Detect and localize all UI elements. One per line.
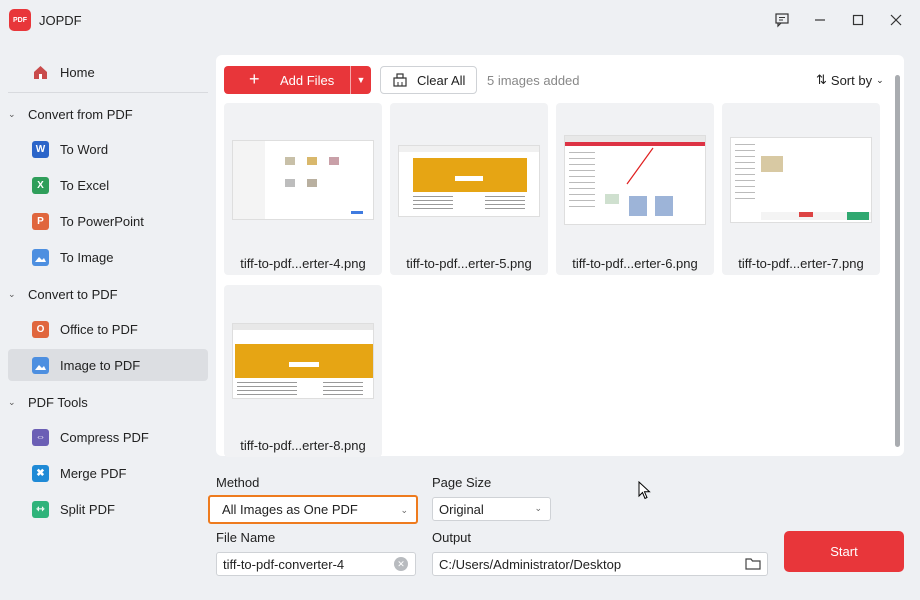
scrollbar[interactable]	[895, 75, 900, 447]
powerpoint-icon: P	[32, 212, 49, 230]
merge-icon: ✖	[32, 464, 49, 482]
sidebar-item-to-word[interactable]: W To Word	[8, 133, 208, 165]
image-icon	[32, 248, 49, 266]
sidebar-item-label: To Word	[60, 141, 109, 157]
home-icon	[32, 64, 49, 81]
sidebar: Home ⌄ Convert from PDF W To Word X To E…	[0, 40, 214, 600]
method-label: Method	[216, 475, 260, 490]
file-thumbnail[interactable]: tiff-to-pdf...erter-8.png	[224, 285, 382, 457]
chevron-down-icon: ⌄	[8, 288, 16, 299]
split-icon: ⇿	[32, 500, 49, 518]
add-files-button[interactable]: + Add Files	[224, 66, 350, 94]
close-icon[interactable]	[884, 8, 908, 32]
sidebar-item-label: To Image	[60, 249, 114, 265]
compress-icon: ⇔	[32, 428, 49, 446]
file-name: tiff-to-pdf...erter-4.png	[240, 256, 366, 271]
sidebar-item-label: Image to PDF	[60, 357, 141, 373]
section-convert-from-pdf[interactable]: ⌄ Convert from PDF	[8, 103, 133, 125]
chevron-down-icon: ⌄	[400, 505, 408, 515]
feedback-icon[interactable]	[770, 8, 794, 32]
sidebar-item-image-to-pdf[interactable]: Image to PDF	[8, 349, 208, 381]
app-logo-icon: PDF	[9, 9, 31, 31]
sidebar-item-split-pdf[interactable]: ⇿ Split PDF	[8, 493, 208, 525]
chevron-down-icon: ⌄	[534, 503, 542, 513]
thumbnail-image	[730, 137, 872, 223]
thumbnail-image	[232, 140, 374, 220]
section-label: PDF Tools	[28, 394, 88, 410]
sort-by-button[interactable]: ⇅ Sort by ⌄	[816, 72, 884, 88]
plus-icon: +	[249, 69, 260, 89]
section-pdf-tools[interactable]: ⌄ PDF Tools	[8, 391, 88, 413]
sort-icon: ⇅	[816, 72, 827, 87]
file-thumbnail[interactable]: tiff-to-pdf...erter-4.png	[224, 103, 382, 275]
add-files-dropdown[interactable]: ▼	[350, 66, 371, 94]
section-label: Convert to PDF	[28, 286, 118, 302]
sidebar-item-label: Compress PDF	[60, 429, 149, 445]
sidebar-item-home[interactable]: Home	[8, 56, 208, 88]
sidebar-item-to-image[interactable]: To Image	[8, 241, 208, 273]
sidebar-item-label: To Excel	[60, 177, 110, 193]
chevron-down-icon: ⌄	[8, 108, 16, 119]
file-thumbnail[interactable]: tiff-to-pdf...erter-6.png	[556, 103, 714, 275]
sidebar-item-label: Split PDF	[60, 501, 115, 517]
file-thumbnail[interactable]: tiff-to-pdf...erter-7.png	[722, 103, 880, 275]
folder-icon[interactable]	[745, 556, 761, 573]
file-thumbnail[interactable]: tiff-to-pdf...erter-5.png	[390, 103, 548, 275]
file-name-field[interactable]: tiff-to-pdf-converter-4 ✕	[216, 552, 416, 576]
thumbnail-image	[564, 135, 706, 225]
title-bar: PDF JOPDF	[0, 0, 920, 40]
start-button[interactable]: Start	[784, 531, 904, 572]
page-size-label: Page Size	[432, 475, 492, 490]
sidebar-item-office-to-pdf[interactable]: O Office to PDF	[8, 313, 208, 345]
file-name: tiff-to-pdf...erter-8.png	[240, 438, 366, 453]
sidebar-item-to-excel[interactable]: X To Excel	[8, 169, 208, 201]
clear-icon	[392, 72, 408, 91]
file-name: tiff-to-pdf...erter-7.png	[738, 256, 864, 271]
minimize-icon[interactable]	[808, 8, 832, 32]
file-name-label: File Name	[216, 530, 276, 545]
sort-label: Sort by	[830, 72, 873, 88]
sidebar-item-label: Office to PDF	[60, 321, 138, 337]
clear-field-icon[interactable]: ✕	[394, 557, 408, 571]
output-label: Output	[432, 530, 472, 545]
excel-icon: X	[32, 176, 49, 194]
sidebar-item-to-powerpoint[interactable]: P To PowerPoint	[8, 205, 208, 237]
sidebar-item-merge-pdf[interactable]: ✖ Merge PDF	[8, 457, 208, 489]
page-size-value: Original	[439, 502, 484, 517]
section-label: Convert from PDF	[28, 106, 133, 122]
chevron-down-icon: ▼	[356, 75, 366, 85]
method-value: All Images as One PDF	[222, 502, 358, 517]
clear-all-label: Clear All	[417, 73, 466, 88]
image-count: 5 images added	[487, 73, 580, 88]
file-name: tiff-to-pdf...erter-5.png	[406, 256, 532, 271]
chevron-down-icon: ⌄	[876, 74, 884, 85]
sidebar-item-label: Home	[60, 64, 95, 80]
image-icon	[32, 356, 49, 374]
file-name-value: tiff-to-pdf-converter-4	[223, 557, 345, 572]
thumbnail-image	[398, 145, 540, 217]
output-path-value: C:/Users/Administrator/Desktop	[439, 557, 622, 572]
clear-all-button[interactable]: Clear All	[380, 66, 477, 94]
page-size-select[interactable]: Original ⌄	[432, 497, 551, 521]
output-path-field[interactable]: C:/Users/Administrator/Desktop	[432, 552, 768, 576]
sidebar-item-compress-pdf[interactable]: ⇔ Compress PDF	[8, 421, 208, 453]
method-select[interactable]: All Images as One PDF ⌄	[208, 495, 418, 524]
add-files-label: Add Files	[280, 73, 335, 88]
sidebar-item-label: Merge PDF	[60, 465, 127, 481]
office-icon: O	[32, 320, 49, 338]
sidebar-item-label: To PowerPoint	[60, 213, 144, 229]
word-icon: W	[32, 140, 49, 158]
maximize-icon[interactable]	[846, 8, 870, 32]
chevron-down-icon: ⌄	[8, 396, 16, 407]
app-title: JOPDF	[39, 13, 82, 28]
divider	[8, 92, 208, 93]
thumbnail-image	[232, 323, 374, 399]
mouse-cursor-icon	[638, 481, 651, 500]
file-name: tiff-to-pdf...erter-6.png	[572, 256, 698, 271]
section-convert-to-pdf[interactable]: ⌄ Convert to PDF	[8, 283, 118, 305]
file-panel: + Add Files ▼ Clear All 5 images added ⇅…	[216, 55, 904, 457]
